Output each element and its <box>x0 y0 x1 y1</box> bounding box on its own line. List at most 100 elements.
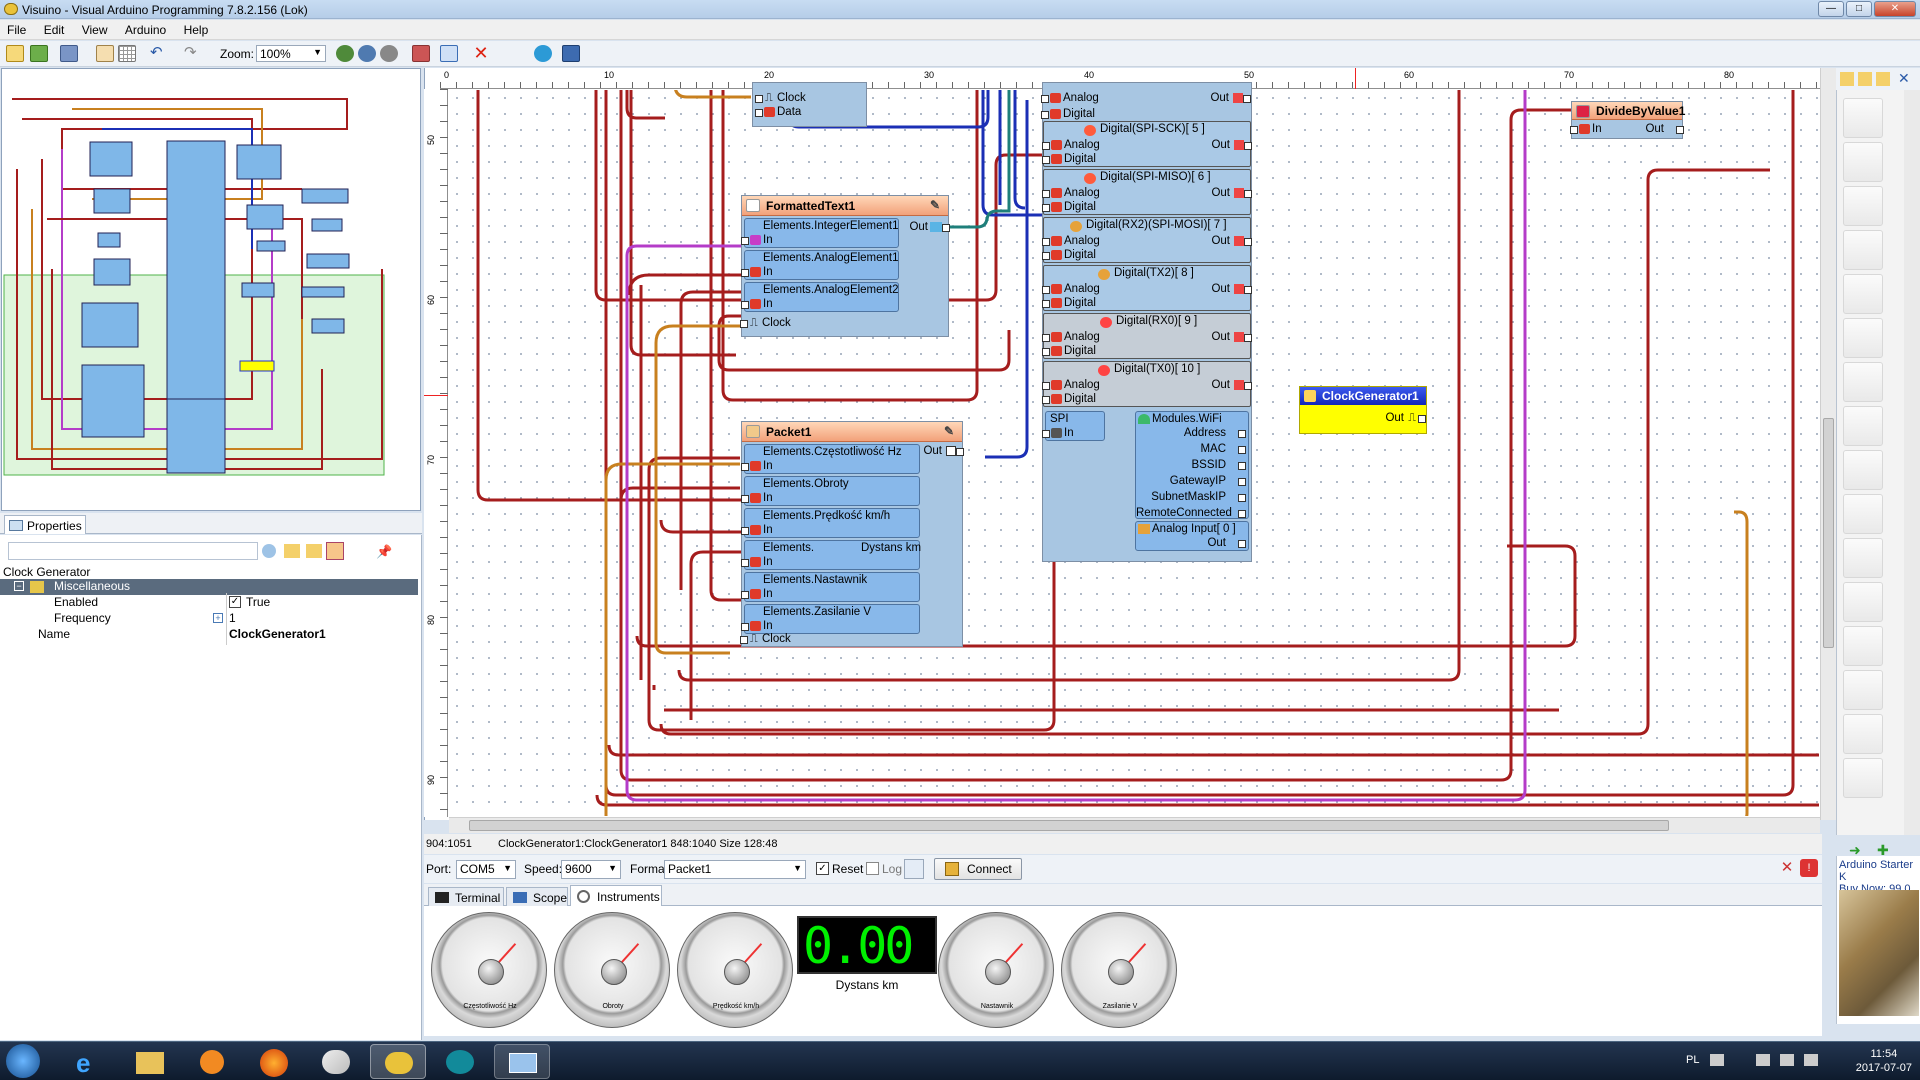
delete-icon[interactable]: ✕ <box>472 44 490 62</box>
pin-analog[interactable]: Analog <box>1042 330 1100 344</box>
canvas-horizontal-scrollbar[interactable] <box>449 817 1820 833</box>
pin-in[interactable]: In <box>741 297 773 311</box>
enabled-checkbox[interactable]: ✓ <box>229 596 241 608</box>
pin-digital[interactable]: Digital <box>1042 344 1096 358</box>
log-checkbox[interactable] <box>866 862 879 875</box>
compile-icon[interactable] <box>412 45 430 62</box>
wifi-out-remote[interactable]: RemoteConnected <box>1136 506 1246 520</box>
wifi-out-bssid[interactable]: BSSID <box>1136 458 1246 472</box>
pin-clock[interactable]: ⎍ Clock <box>740 632 791 646</box>
palette-item-icon[interactable] <box>1843 98 1883 138</box>
palette-scrollbar[interactable] <box>1904 90 1920 835</box>
property-row-frequency[interactable]: Frequency +1 <box>0 611 418 627</box>
tools-icon[interactable]: ✕ <box>1778 859 1796 877</box>
palette-item-icon[interactable] <box>1843 626 1883 666</box>
taskbar-clock[interactable]: 11:54 2017-07-07 <box>1856 1047 1912 1075</box>
stop-icon[interactable]: ! <box>1800 859 1818 877</box>
pin-out[interactable]: Out <box>1194 282 1252 296</box>
wifi-out-subnet[interactable]: SubnetMaskIP <box>1136 490 1246 504</box>
firefox-icon[interactable] <box>246 1044 302 1079</box>
spi-module[interactable]: SPI In <box>1042 411 1105 441</box>
palette-item-icon[interactable] <box>1843 670 1883 710</box>
component-title-bar[interactable]: Packet1 ✎ <box>742 422 962 442</box>
start-button[interactable] <box>6 1044 40 1078</box>
volume-icon[interactable] <box>1780 1054 1794 1066</box>
pin-digital[interactable]: Digital <box>1042 248 1096 262</box>
undo-icon[interactable]: ↶ <box>150 45 168 62</box>
menu-arduino[interactable]: Arduino <box>118 20 173 37</box>
component-formattedtext1[interactable]: FormattedText1 ✎ Elements.IntegerElement1… <box>740 195 950 337</box>
board-icon[interactable] <box>562 45 580 62</box>
property-row-enabled[interactable]: Enabled ✓ True <box>0 595 418 611</box>
visuino-taskbar-icon[interactable] <box>370 1044 426 1079</box>
pin-analog[interactable]: Analog <box>1042 282 1100 296</box>
port-select[interactable]: COM5 ▼ <box>456 860 516 879</box>
palette-item-icon[interactable] <box>1843 758 1883 798</box>
network-icon[interactable] <box>1756 1054 1770 1066</box>
palette-item-icon[interactable] <box>1843 362 1883 402</box>
overview-minimap[interactable] <box>1 68 421 511</box>
menu-view[interactable]: View <box>75 20 115 37</box>
zoom-select[interactable]: 100% ▼ <box>256 45 326 62</box>
log-file-icon[interactable] <box>904 859 924 879</box>
collapse-all-icon[interactable] <box>306 544 322 558</box>
element-predkosc[interactable]: Elements.Prędkość km/h In <box>741 508 920 538</box>
redo-icon[interactable]: ↷ <box>184 45 202 62</box>
palette-item-icon[interactable] <box>1843 714 1883 754</box>
element-integer[interactable]: Elements.IntegerElement1 In <box>741 218 899 248</box>
explorer-icon[interactable] <box>122 1044 178 1079</box>
palette-tools-icon[interactable]: ✕ <box>1898 70 1914 86</box>
pin-in[interactable]: In <box>741 265 773 279</box>
pin-out[interactable]: Out <box>1136 536 1246 550</box>
element-obroty[interactable]: Elements.Obroty In <box>741 476 920 506</box>
pin-in[interactable]: In <box>1042 426 1074 440</box>
pin-analog[interactable]: Analog <box>1042 186 1100 200</box>
palette-item-icon[interactable] <box>1843 274 1883 314</box>
maximize-button[interactable]: □ <box>1846 1 1872 17</box>
property-row-name[interactable]: Name ClockGenerator1 <box>0 627 418 643</box>
element-analog-2[interactable]: Elements.AnalogElement2 In <box>741 282 899 312</box>
zoom-in-icon[interactable] <box>336 45 354 62</box>
tab-instruments[interactable]: Instruments <box>570 885 662 906</box>
close-button[interactable]: ✕ <box>1874 1 1916 17</box>
digital-group-10[interactable]: Digital(TX0)[ 10 ] Analog Digital Out <box>1042 361 1252 407</box>
digital-group-7[interactable]: Digital(RX2)(SPI-MOSI)[ 7 ] Analog Digit… <box>1042 217 1252 263</box>
speed-select[interactable]: 9600 ▼ <box>561 860 621 879</box>
component-partial[interactable]: ⎍ Clock Data <box>752 82 867 127</box>
palette-collapse-icon[interactable] <box>1858 72 1872 86</box>
palette-folder-icon[interactable] <box>1876 72 1890 86</box>
wifi-out-gateway[interactable]: GatewayIP <box>1136 474 1246 488</box>
tab-scope[interactable]: Scope <box>506 887 568 906</box>
pin-out[interactable]: Out <box>1194 138 1252 152</box>
canvas-vertical-scrollbar[interactable] <box>1820 68 1836 820</box>
format-select[interactable]: Packet1 ▼ <box>664 860 806 879</box>
layout-icon[interactable] <box>96 45 114 62</box>
pin-out[interactable]: Out <box>1194 186 1252 200</box>
pin-out[interactable]: Out <box>1193 91 1251 105</box>
pin-in[interactable]: In <box>741 233 773 247</box>
expand-all-icon[interactable] <box>284 544 300 558</box>
menu-file[interactable]: File <box>0 20 33 37</box>
pin-in[interactable]: In <box>741 619 773 633</box>
ie-icon[interactable]: e <box>60 1044 116 1079</box>
palette-item-icon[interactable] <box>1843 142 1883 182</box>
palette-item-icon[interactable] <box>1843 582 1883 622</box>
digital-group-6[interactable]: Digital(SPI-MISO)[ 6 ] Analog Digital Ou… <box>1042 169 1252 215</box>
pin-clock[interactable]: ⎍ Clock <box>740 316 791 330</box>
component-title-bar[interactable]: FormattedText1 ✎ <box>742 196 948 216</box>
pin-digital[interactable]: Digital <box>1041 107 1095 121</box>
digital-group-8[interactable]: Digital(TX2)[ 8 ] Analog Digital Out <box>1042 265 1252 311</box>
pin-analog[interactable]: Analog <box>1042 234 1100 248</box>
palette-item-icon[interactable] <box>1843 230 1883 270</box>
pin-analog[interactable]: Analog <box>1041 91 1099 105</box>
palette-item-icon[interactable] <box>1843 450 1883 490</box>
component-packet1[interactable]: Packet1 ✎ Elements.Częstotliwość Hz In El… <box>740 421 964 647</box>
language-indicator[interactable]: PL <box>1686 1054 1699 1066</box>
zoom-out-icon[interactable] <box>380 45 398 62</box>
keyboard-icon[interactable] <box>1710 1054 1724 1066</box>
sort-icon[interactable] <box>326 542 344 560</box>
pin-in[interactable]: In <box>741 555 773 569</box>
pin-out[interactable]: Out ⎍ <box>1360 411 1426 425</box>
element-nastawnik[interactable]: Elements.Nastawnik In <box>741 572 920 602</box>
open-file-icon[interactable] <box>30 45 48 62</box>
